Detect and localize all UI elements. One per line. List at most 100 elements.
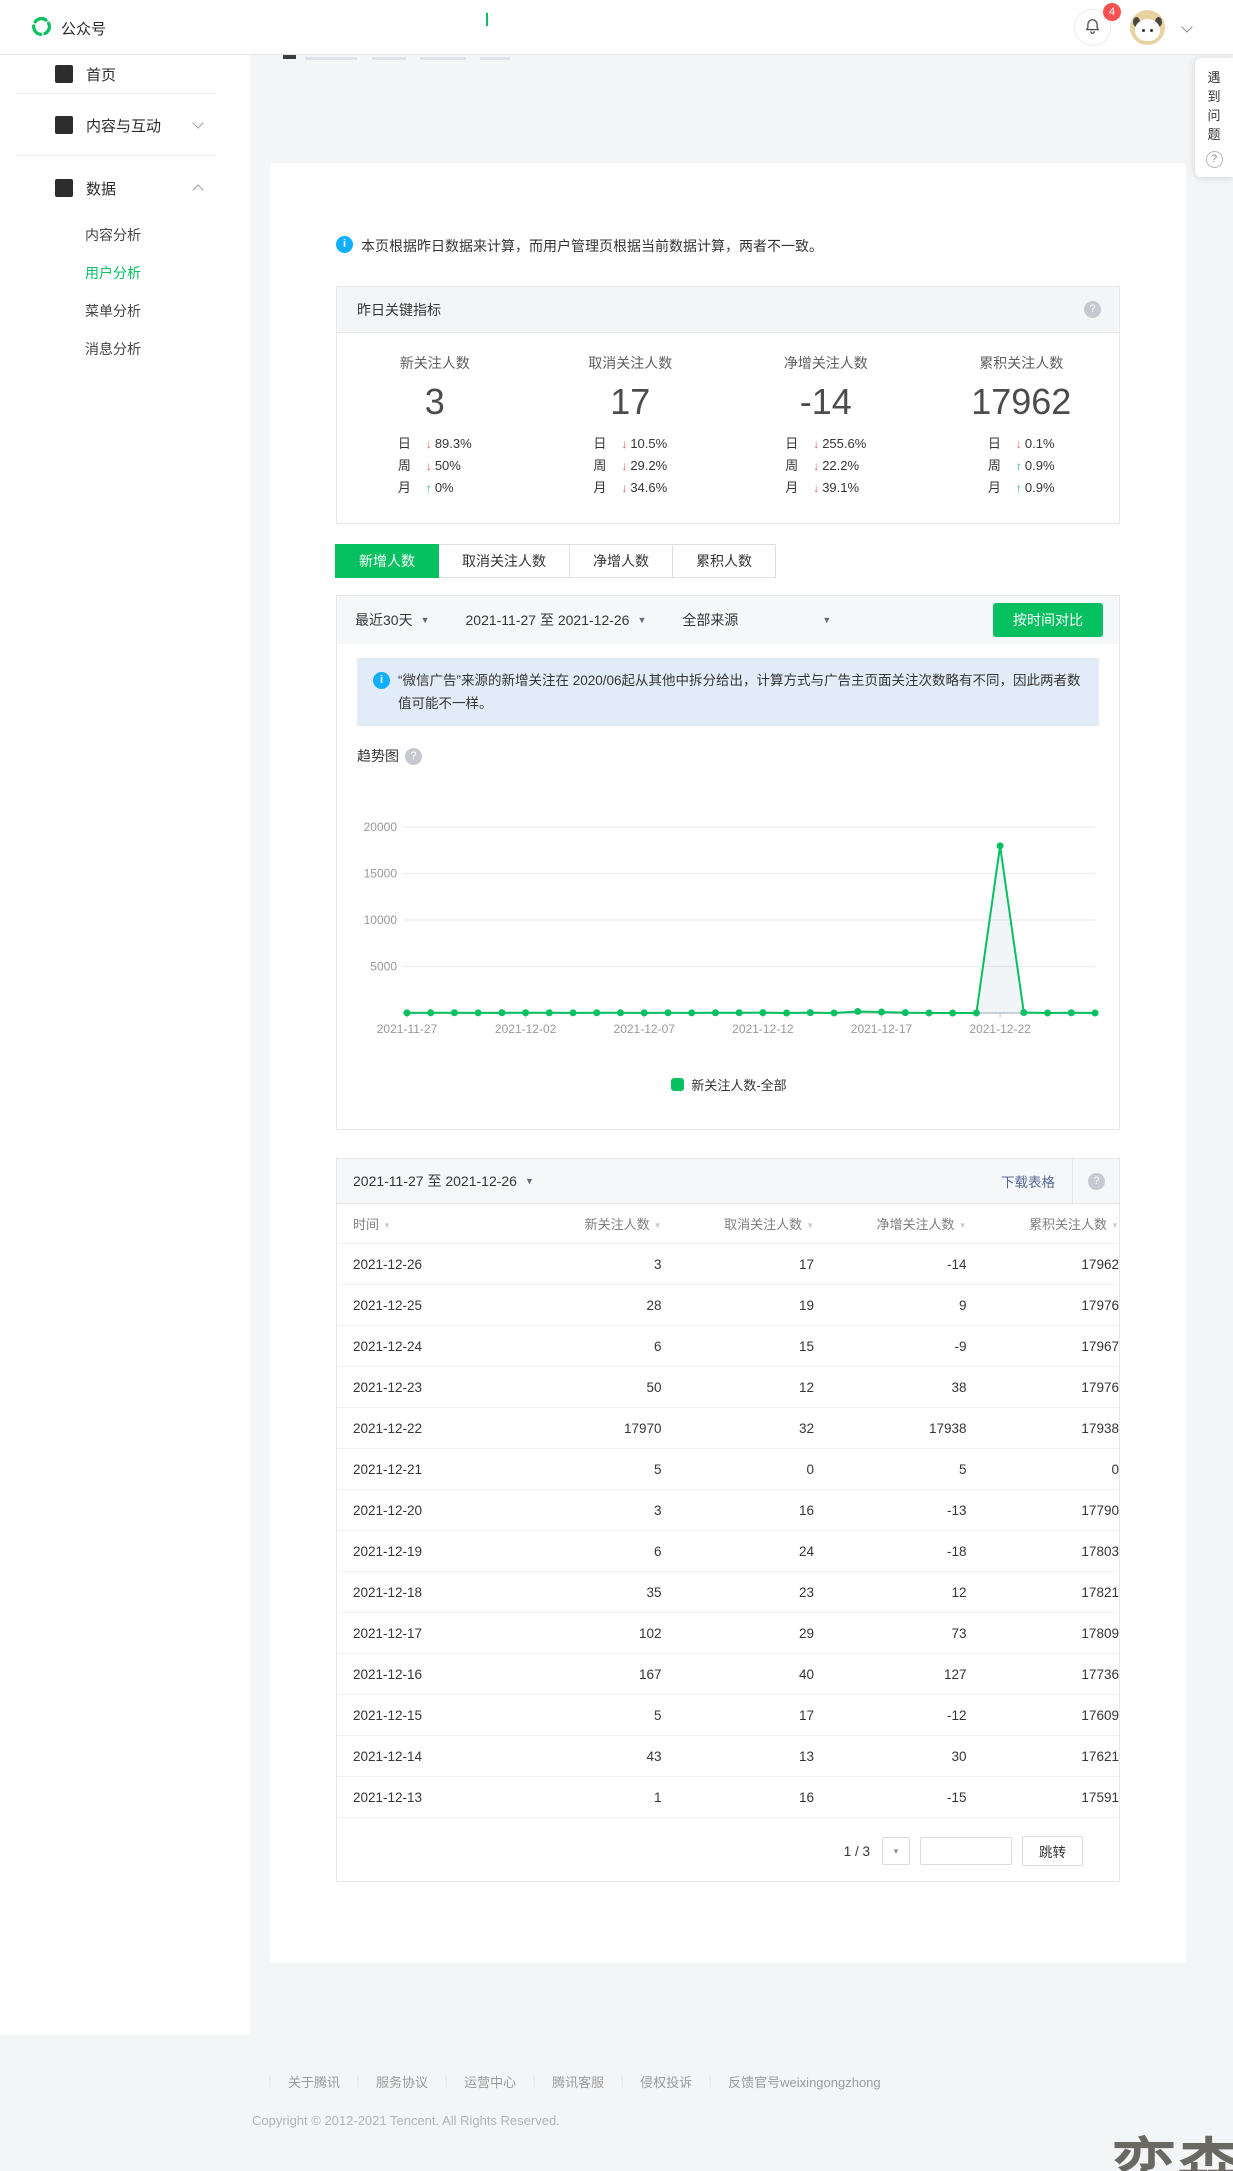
metric-trend-row: 周↑0.9% [988,455,1055,477]
legend-label: 新关注人数-全部 [691,1075,786,1094]
cell-date: 2021-12-15 [337,1708,509,1723]
avatar-art [1142,29,1145,32]
cell-value: 35 [509,1585,661,1600]
sidebar-item-data[interactable]: 数据 [0,167,250,209]
logo[interactable]: 公众号 [30,15,106,41]
cell-value: -18 [814,1544,966,1559]
metric-column: 新关注人数 3 日↓89.3%周↓50%月↑0% [337,353,533,499]
table-row: 2021-12-19624-1817803 [337,1531,1119,1572]
column-header[interactable]: 取消关注人数▼ [662,1214,814,1233]
cell-value: 29 [662,1626,814,1641]
table-row: 2021-12-17102297317809 [337,1613,1119,1654]
cell-date: 2021-12-14 [337,1749,509,1764]
ad-source-banner: i “微信广告”来源的新增关注在 2020/06起从其他中拆分给出，计算方式与广… [357,658,1099,726]
cell-value: 17821 [966,1585,1118,1600]
column-header[interactable]: 新关注人数▼ [509,1214,661,1233]
content-icon [55,116,73,134]
svg-text:5000: 5000 [370,960,397,974]
metric-label: 累积关注人数 [924,353,1120,373]
cell-value: 32 [662,1421,814,1436]
sidebar-subitem-label: 内容分析 [85,227,141,243]
tab-label: 累积人数 [696,553,752,569]
column-header[interactable]: 累积关注人数▼ [966,1214,1118,1233]
cell-value: -12 [814,1708,966,1723]
metric-tab[interactable]: 新增人数 [335,544,439,578]
footer-links: 关于腾讯服务协议运营中心腾讯客服侵权投诉反馈官号weixingongzhong [252,2072,881,2091]
footer-link[interactable]: 反馈官号weixingongzhong [692,2072,880,2091]
range-preset-select[interactable]: 最近30天 ▼ [355,610,430,630]
metric-tab[interactable]: 净增人数 [569,544,673,578]
tab-label: 新增人数 [359,553,415,569]
arrow-up-icon: ↑ [1016,481,1022,495]
clipped-content-artifact [372,57,406,60]
cell-value: 28 [509,1298,661,1313]
cell-value: -13 [814,1503,966,1518]
sidebar-subitem[interactable]: 用户分析 [85,263,141,283]
cell-date: 2021-12-21 [337,1462,509,1477]
cell-value: 3 [509,1257,661,1272]
date-range-select[interactable]: 2021-11-27 至 2021-12-26 ▼ [466,610,647,630]
page-jump-button[interactable]: 跳转 [1022,1836,1083,1866]
cell-value: 12 [662,1380,814,1395]
footer-link[interactable]: 腾讯客服 [516,2072,604,2091]
feedback-float-button[interactable]: 遇 到 问 题 ? [1195,58,1233,177]
svg-text:2021-12-22: 2021-12-22 [969,1022,1031,1036]
download-table-link[interactable]: 下载表格 [1001,1171,1055,1191]
metric-tab[interactable]: 累积人数 [672,544,776,578]
footer-link[interactable]: 服务协议 [340,2072,428,2091]
sidebar-subitem[interactable]: 菜单分析 [85,301,141,321]
source-select[interactable]: 全部来源 ▼ [682,610,831,630]
arrow-down-icon: ↓ [621,481,627,495]
metric-column: 累积关注人数 17962 日↓0.1%周↑0.9%月↑0.9% [924,353,1120,499]
svg-text:15000: 15000 [364,867,398,881]
logo-text: 公众号 [61,18,106,39]
cell-value: 17609 [966,1708,1118,1723]
sidebar-subitem[interactable]: 内容分析 [85,225,141,245]
cell-date: 2021-12-20 [337,1503,509,1518]
sidebar-item-home[interactable]: 首页 [0,55,250,93]
metric-tab[interactable]: 取消关注人数 [438,544,570,578]
compare-by-time-button[interactable]: 按时间对比 [993,603,1103,637]
cell-date: 2021-12-26 [337,1257,509,1272]
notice-text: 本页根据昨日数据来计算，而用户管理页根据当前数据计算，两者不一致。 [361,236,823,256]
help-icon[interactable]: ? [1084,301,1101,318]
sidebar-item-content-interaction[interactable]: 内容与互动 [0,103,250,147]
metric-trend-row: 周↓50% [398,455,472,477]
trend-title-row: 趋势图 ? [357,746,1119,766]
trend-panel: 最近30天 ▼ 2021-11-27 至 2021-12-26 ▼ 全部来源 ▼… [336,595,1120,1130]
column-header[interactable]: 时间▼ [337,1214,509,1233]
page-arrow-button[interactable]: ▾ [882,1837,910,1865]
cell-value: 73 [814,1626,966,1641]
metric-column: 取消关注人数 17 日↓10.5%周↓29.2%月↓34.6% [533,353,729,499]
account-menu-chevron-icon[interactable] [1181,21,1192,32]
cell-value: 24 [662,1544,814,1559]
arrow-down-icon: ↓ [813,459,819,473]
trend-chart[interactable]: 50001000015000200002021-11-272021-12-022… [357,770,1119,1073]
table-date-range-select[interactable]: 2021-11-27 至 2021-12-26 ▼ [353,1171,534,1191]
metric-trend-row: 月↓39.1% [785,477,866,499]
footer-link[interactable]: 侵权投诉 [604,2072,692,2091]
feedback-label: 遇 [1195,68,1233,87]
legend-marker-icon [671,1078,684,1091]
avatar[interactable] [1130,10,1165,45]
sidebar-item-label: 内容与互动 [86,115,161,136]
pagination: 1 / 3 ▾ 跳转 [337,1836,1119,1866]
table-row: 2021-12-252819917976 [337,1285,1119,1326]
cell-value: 0 [966,1462,1118,1477]
footer-link[interactable]: 关于腾讯 [252,2072,340,2091]
metric-label: 取消关注人数 [533,353,729,373]
footer-link[interactable]: 运营中心 [428,2072,516,2091]
key-metrics-body: 新关注人数 3 日↓89.3%周↓50%月↑0% 取消关注人数 17 日↓10.… [337,333,1119,523]
table-date-range-value: 2021-11-27 至 2021-12-26 [353,1171,517,1191]
column-header[interactable]: 净增关注人数▼ [814,1214,966,1233]
sidebar-subitem[interactable]: 消息分析 [85,339,141,359]
cell-value: 16 [662,1503,814,1518]
metric-tabs: 新增人数 取消关注人数净增人数 累积人数 [336,544,1120,578]
cell-value: 167 [509,1667,661,1682]
page-jump-input[interactable] [920,1837,1012,1865]
help-icon[interactable]: ? [405,748,422,765]
arrow-down-icon: ↓ [621,459,627,473]
arrow-up-icon: ↑ [426,481,432,495]
cell-value: 13 [662,1749,814,1764]
help-icon[interactable]: ? [1088,1173,1105,1190]
